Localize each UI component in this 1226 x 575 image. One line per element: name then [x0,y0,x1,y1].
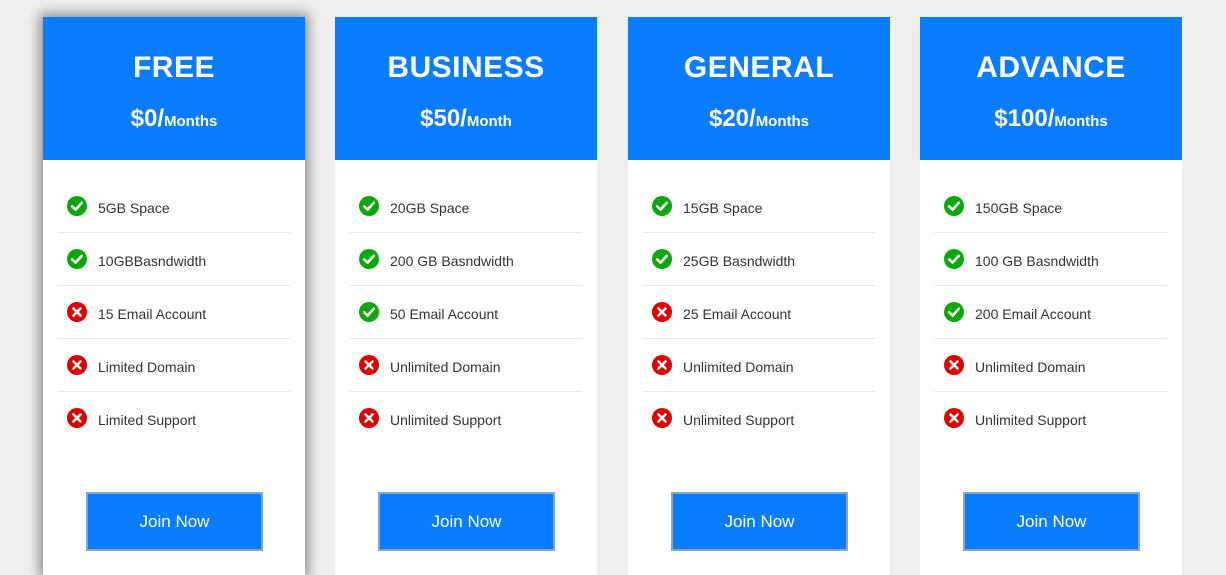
feature-label: Unlimited Domain [975,359,1086,375]
feature-label: Unlimited Support [390,412,502,428]
feature-item: 5GB Space [58,180,290,233]
plan-name: ADVANCE [976,51,1126,84]
cross-icon [67,355,87,375]
plan-price: $20/Months [628,105,890,136]
feature-item: 25GB Basndwidth [643,233,875,286]
plan-name: GENERAL [683,51,835,84]
feature-item: 10GBBasndwidth [58,233,290,286]
feature-list: 20GB Space 200 GB Basndwidth 50 Email Ac… [350,180,582,445]
join-now-button[interactable]: Join Now [86,492,263,551]
feature-label: 200 GB Basndwidth [390,253,514,269]
price-amount: $20/ [708,105,756,132]
check-icon [652,249,672,269]
cross-icon [944,408,964,428]
check-icon [67,196,87,216]
check-icon [359,302,379,322]
feature-item: Unlimited Support [935,392,1167,445]
feature-label: Unlimited Domain [390,359,501,375]
price-period: Months [1054,113,1108,130]
cross-icon [652,355,672,375]
price-period: Months [755,113,810,130]
feature-item: 50 Email Account [350,286,582,339]
price-period: Months [164,113,218,130]
feature-label: 15GB Space [683,200,763,216]
feature-item: Unlimited Domain [935,339,1167,392]
feature-label: 20GB Space [390,200,470,216]
cross-icon [652,408,672,428]
feature-label: 50 Email Account [390,306,499,322]
pricing-card-business: BUSINESS $50/Month 20GB Space 200 GB Bas… [335,17,597,575]
cross-icon [67,302,87,322]
feature-label: 5GB Space [98,200,170,216]
feature-item: 100 GB Basndwidth [935,233,1167,286]
feature-label: Unlimited Domain [683,359,794,375]
feature-label: Limited Domain [98,359,196,375]
feature-item: 200 Email Account [935,286,1167,339]
feature-list: 150GB Space 100 GB Basndwidth 200 Email … [935,180,1167,445]
feature-label: Limited Support [98,412,197,428]
plan-name: BUSINESS [387,51,545,84]
check-icon [359,249,379,269]
price-period: Month [466,113,512,130]
plan-price: $50/Month [335,105,597,136]
feature-item: 25 Email Account [643,286,875,339]
cross-icon [67,408,87,428]
check-icon [944,302,964,322]
feature-label: Unlimited Support [683,412,795,428]
feature-item: Unlimited Support [350,392,582,445]
feature-item: Limited Domain [58,339,290,392]
cross-icon [652,302,672,322]
pricing-card-advance: ADVANCE $100/Months 150GB Space 100 GB B… [920,17,1182,575]
check-icon [944,196,964,216]
feature-label: 100 GB Basndwidth [975,253,1099,269]
feature-list: 5GB Space 10GBBasndwidth 15 Email Accoun… [58,180,290,445]
cross-icon [359,408,379,428]
card-header: FREE $0/Months [43,17,305,160]
feature-item: Limited Support [58,392,290,445]
check-icon [67,249,87,269]
feature-item: Unlimited Domain [643,339,875,392]
price-amount: $0/ [130,105,165,132]
cross-icon [359,355,379,375]
join-now-button[interactable]: Join Now [378,492,555,551]
price-amount: $100/ [994,105,1055,132]
plan-price: $100/Months [920,105,1182,136]
pricing-card-general: GENERAL $20/Months 15GB Space 25GB Basnd… [628,17,890,575]
feature-label: 150GB Space [975,200,1063,216]
feature-item: 150GB Space [935,180,1167,233]
feature-list: 15GB Space 25GB Basndwidth 25 Email Acco… [643,180,875,445]
pricing-card-free: FREE $0/Months 5GB Space 10GBBasndwidth … [43,17,305,575]
plan-price: $0/Months [43,105,305,136]
feature-label: 25 Email Account [683,306,792,322]
feature-item: 20GB Space [350,180,582,233]
feature-item: 15 Email Account [58,286,290,339]
feature-item: Unlimited Support [643,392,875,445]
join-now-button[interactable]: Join Now [963,492,1140,551]
feature-label: 25GB Basndwidth [683,253,796,269]
card-header: GENERAL $20/Months [628,17,890,160]
pricing-plans: FREE $0/Months 5GB Space 10GBBasndwidth … [0,0,1226,575]
check-icon [359,196,379,216]
feature-label: 10GBBasndwidth [98,253,207,269]
feature-label: 200 Email Account [975,306,1091,322]
feature-item: 15GB Space [643,180,875,233]
check-icon [652,196,672,216]
card-header: ADVANCE $100/Months [920,17,1182,160]
join-now-button[interactable]: Join Now [671,492,848,551]
plan-name: FREE [132,51,215,84]
cross-icon [944,355,964,375]
feature-label: 15 Email Account [98,306,207,322]
feature-item: Unlimited Domain [350,339,582,392]
card-header: BUSINESS $50/Month [335,17,597,160]
check-icon [944,249,964,269]
price-amount: $50/ [420,105,467,132]
feature-label: Unlimited Support [975,412,1087,428]
feature-item: 200 GB Basndwidth [350,233,582,286]
